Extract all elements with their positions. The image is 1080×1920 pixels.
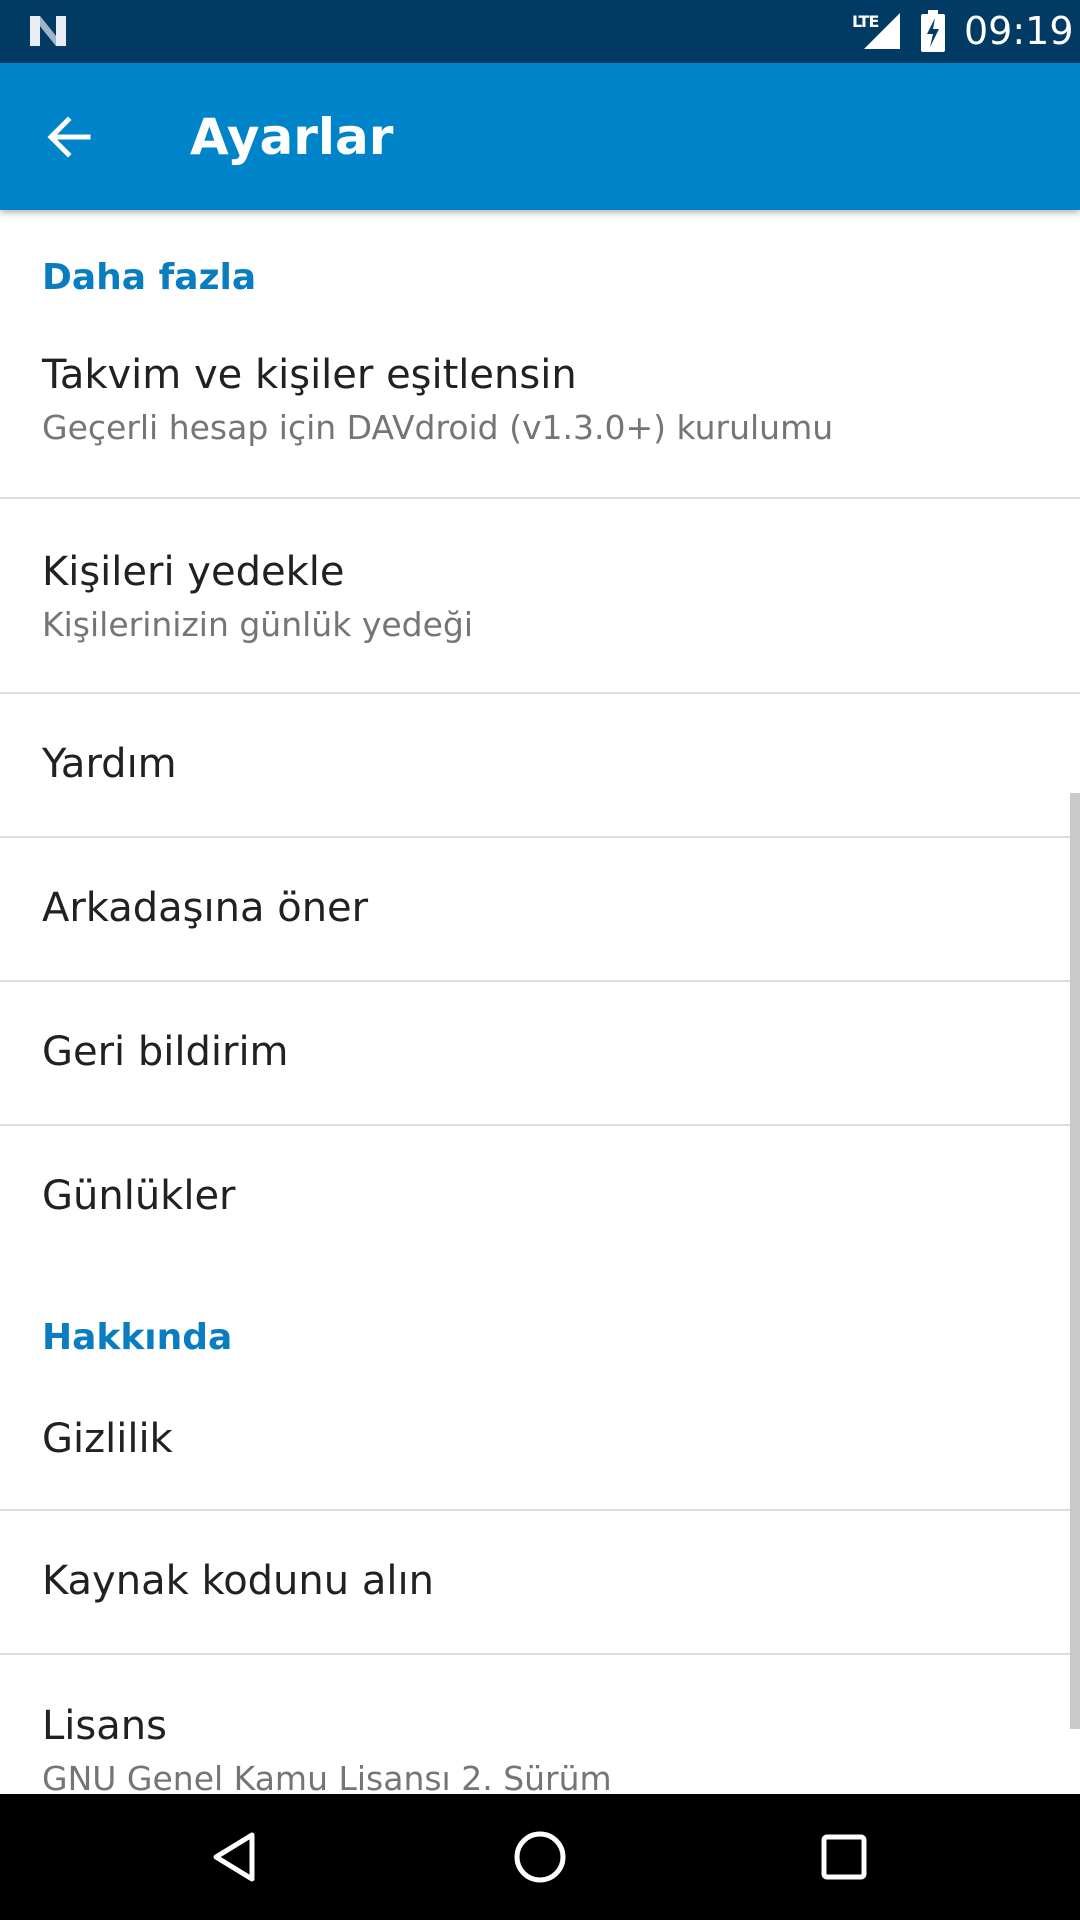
- scrollbar[interactable]: [1070, 793, 1080, 1729]
- pref-title: Lisans: [42, 1703, 167, 1749]
- pref-title: Kaynak kodunu alın: [42, 1558, 434, 1604]
- pref-help[interactable]: Yardım: [0, 694, 1080, 836]
- pref-summary: Kişilerinizin günlük yedeği: [42, 605, 474, 644]
- nav-back-button[interactable]: [200, 1821, 272, 1893]
- back-triangle-icon: [213, 1832, 255, 1882]
- pref-feedback[interactable]: Geri bildirim: [0, 982, 1080, 1124]
- app-bar: Ayarlar: [0, 63, 1080, 210]
- clock: 09:19: [964, 9, 1074, 53]
- signal-icon: [864, 13, 900, 49]
- settings-list: Daha fazla Takvim ve kişiler eşitlensin …: [0, 210, 1080, 1794]
- pref-summary: Geçerli hesap için DAVdroid (v1.3.0+) ku…: [42, 408, 834, 447]
- pref-recommend-friend[interactable]: Arkadaşına öner: [0, 838, 1080, 980]
- pref-license[interactable]: Lisans GNU Genel Kamu Lisansı 2. Sürüm: [0, 1655, 1080, 1794]
- section-header-more: Daha fazla: [42, 257, 257, 298]
- pref-title: Arkadaşına öner: [42, 885, 369, 931]
- nav-home-button[interactable]: [504, 1821, 576, 1893]
- battery-charging-icon: [921, 10, 945, 52]
- section-header-about: Hakkında: [42, 1317, 233, 1358]
- pref-source-code[interactable]: Kaynak kodunu alın: [0, 1511, 1080, 1653]
- notification-n-icon: [30, 16, 66, 46]
- pref-summary: GNU Genel Kamu Lisansı 2. Sürüm: [42, 1759, 612, 1794]
- pref-title: Geri bildirim: [42, 1029, 289, 1075]
- recents-square-icon: [821, 1834, 867, 1880]
- pref-title: Gizlilik: [42, 1416, 173, 1462]
- pref-backup-contacts[interactable]: Kişileri yedekle Kişilerinizin günlük ye…: [0, 499, 1080, 692]
- pref-privacy[interactable]: Gizlilik: [0, 1370, 1080, 1510]
- pref-sync-calendar-contacts[interactable]: Takvim ve kişiler eşitlensin Geçerli hes…: [0, 330, 1080, 497]
- nav-recents-button[interactable]: [808, 1821, 880, 1893]
- arrow-back-icon: [47, 116, 91, 158]
- pref-title: Kişileri yedekle: [42, 549, 345, 595]
- pref-title: Takvim ve kişiler eşitlensin: [42, 352, 577, 398]
- home-circle-icon: [514, 1831, 566, 1883]
- pref-logs[interactable]: Günlükler: [0, 1126, 1080, 1268]
- navigation-bar: [0, 1794, 1080, 1920]
- pref-title: Yardım: [42, 741, 177, 787]
- status-bar: LTE 09:19: [0, 0, 1080, 63]
- back-button[interactable]: [35, 103, 103, 171]
- pref-title: Günlükler: [42, 1173, 236, 1219]
- page-title: Ayarlar: [190, 108, 394, 166]
